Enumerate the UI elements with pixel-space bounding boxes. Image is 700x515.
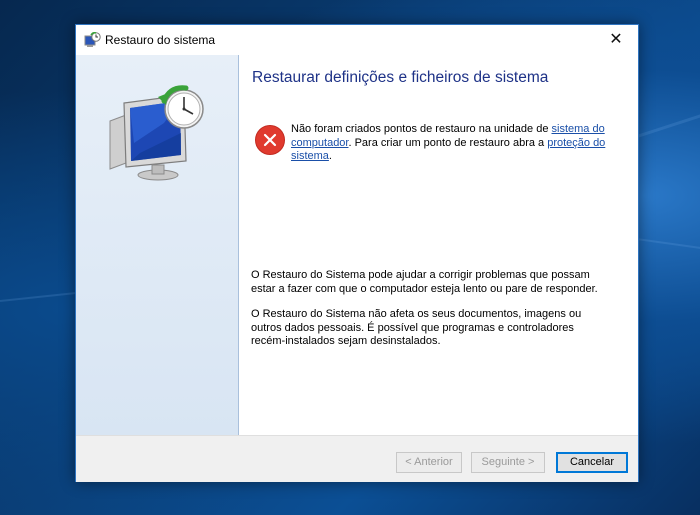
- close-button[interactable]: ✕: [594, 25, 638, 55]
- title-bar[interactable]: Restauro do sistema ✕: [76, 25, 638, 55]
- system-restore-illustration: [109, 85, 204, 181]
- page-heading: Restaurar definições e ficheiros de sist…: [252, 69, 549, 86]
- error-text-middle: . Para criar um ponto de restauro abra a: [348, 136, 548, 149]
- description-paragraph-2: O Restauro do Sistema não afeta os seus …: [251, 308, 582, 347]
- light-ray: [0, 291, 80, 302]
- error-text-after: .: [328, 150, 332, 162]
- system-restore-icon: [84, 32, 101, 47]
- close-icon: ✕: [609, 31, 623, 48]
- error-message: Não foram criados pontos de restauro na …: [291, 123, 613, 164]
- back-button[interactable]: < Anterior: [396, 452, 462, 473]
- next-button[interactable]: Seguinte >: [471, 452, 545, 473]
- system-restore-window: Restauro do sistema ✕ Restaurar definiçõ…: [75, 24, 639, 482]
- cancel-button[interactable]: Cancelar: [556, 452, 628, 473]
- left-banner-pane: [76, 55, 239, 435]
- error-text-before: Não foram criados pontos de restauro na …: [291, 123, 552, 135]
- description-paragraph-1: O Restauro do Sistema pode ajudar a corr…: [251, 269, 598, 295]
- button-bar: < Anterior Seguinte > Cancelar: [76, 435, 638, 482]
- content-pane: Restaurar definições e ficheiros de sist…: [239, 55, 638, 435]
- window-title: Restauro do sistema: [105, 33, 216, 47]
- error-icon: [255, 125, 285, 155]
